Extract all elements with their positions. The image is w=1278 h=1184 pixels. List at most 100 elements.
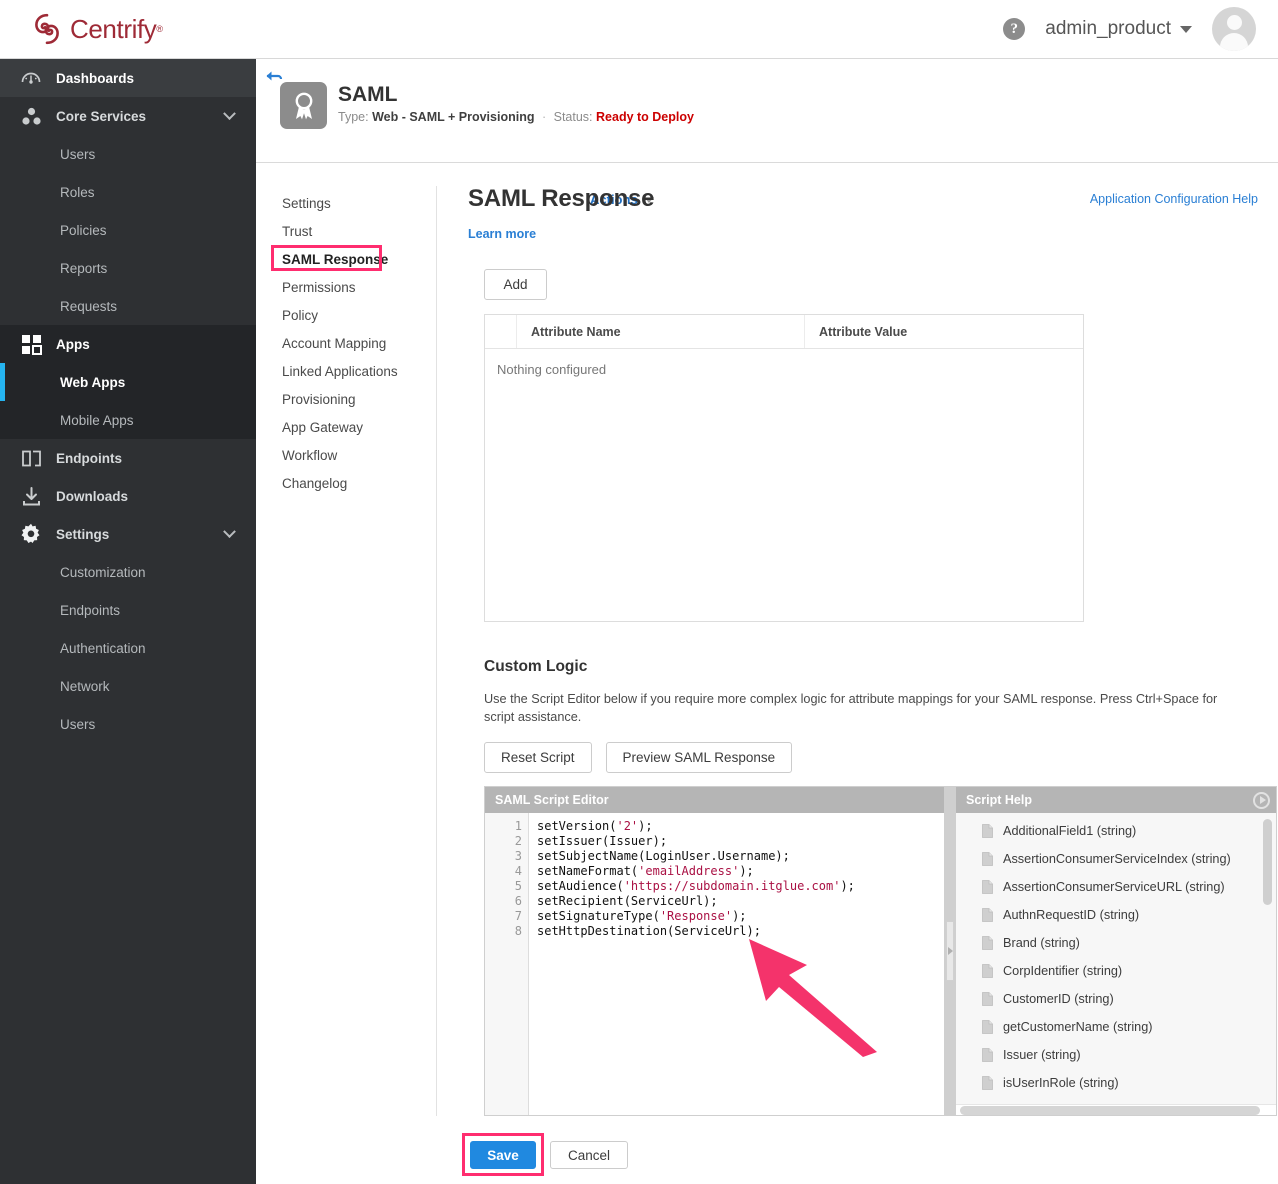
column-header-attribute-name[interactable]: Attribute Name xyxy=(517,315,805,348)
chevron-right-circle-icon[interactable] xyxy=(1253,792,1270,809)
sidebar-item-reports[interactable]: Reports xyxy=(0,249,256,287)
table-empty-state: Nothing configured xyxy=(485,349,1083,621)
save-button[interactable]: Save xyxy=(470,1141,536,1169)
learn-more-link[interactable]: Learn more xyxy=(468,227,536,241)
document-icon xyxy=(982,880,993,894)
sidebar-item-users[interactable]: Users xyxy=(0,135,256,173)
editor-line-numbers: 12345678 xyxy=(485,813,529,1115)
script-help-item-label: AssertionConsumerServiceURL (string) xyxy=(1003,880,1225,894)
centrify-swirl-icon xyxy=(30,12,64,46)
sidebar-item-label: Users xyxy=(60,147,95,162)
script-help-item-label: getCustomerName (string) xyxy=(1003,1020,1152,1034)
sidebar-item-settings[interactable]: Settings xyxy=(0,515,256,553)
script-help-item[interactable]: AdditionalField1 (string) xyxy=(956,817,1276,845)
script-help-item-label: isUserInRole (string) xyxy=(1003,1076,1119,1090)
document-icon xyxy=(982,992,993,1006)
subnav-item-settings[interactable]: Settings xyxy=(280,190,435,218)
script-help-item-label: AdditionalField1 (string) xyxy=(1003,824,1136,838)
subnav-item-provisioning[interactable]: Provisioning xyxy=(280,386,435,414)
editor-splitter-handle[interactable] xyxy=(944,786,956,1116)
editor-body[interactable]: 12345678 setVersion('2');setIssuer(Issue… xyxy=(485,813,944,1115)
add-button[interactable]: Add xyxy=(484,269,547,300)
document-icon xyxy=(982,964,993,978)
script-help-item[interactable]: AssertionConsumerServiceURL (string) xyxy=(956,873,1276,901)
script-help-vertical-scrollbar[interactable] xyxy=(1263,819,1272,905)
brand-name: Centrify xyxy=(70,14,156,45)
preview-saml-response-button[interactable]: Preview SAML Response xyxy=(606,742,793,773)
sidebar-item-web-apps[interactable]: Web Apps xyxy=(0,363,256,401)
sidebar-item-label: Web Apps xyxy=(60,375,125,390)
sidebar-item-endpoints[interactable]: Endpoints xyxy=(0,439,256,477)
sidebar-item-policies[interactable]: Policies xyxy=(0,211,256,249)
reset-script-button[interactable]: Reset Script xyxy=(484,742,592,773)
sidebar-item-authentication[interactable]: Authentication xyxy=(0,629,256,667)
status-badge: Ready to Deploy xyxy=(596,110,694,124)
document-icon xyxy=(982,936,993,950)
sidebar-item-label: Reports xyxy=(60,261,107,276)
script-button-row: Reset Script Preview SAML Response xyxy=(484,742,1268,773)
centrify-logo[interactable]: Centrify® xyxy=(30,12,163,46)
document-icon xyxy=(982,824,993,838)
sidebar-item-label: Users xyxy=(60,717,95,732)
subnav-item-workflow[interactable]: Workflow xyxy=(280,442,435,470)
user-menu[interactable]: admin_product xyxy=(1045,18,1192,40)
sidebar-item-apps[interactable]: Apps xyxy=(0,325,256,363)
sidebar-item-label: Authentication xyxy=(60,641,146,656)
script-help-item[interactable]: Brand (string) xyxy=(956,929,1276,957)
sidebar-item-label: Endpoints xyxy=(60,603,120,618)
document-icon xyxy=(982,852,993,866)
script-help-item[interactable]: Issuer (string) xyxy=(956,1041,1276,1069)
content-divider xyxy=(436,186,437,1116)
attributes-table: Attribute Name Attribute Value Nothing c… xyxy=(484,314,1084,622)
subnav-item-policy[interactable]: Policy xyxy=(280,302,435,330)
splitter-grip xyxy=(946,921,954,981)
core-services-icon xyxy=(18,103,44,129)
subnav-item-saml-response[interactable]: SAML Response xyxy=(280,246,435,274)
help-icon[interactable]: ? xyxy=(1003,18,1025,40)
sidebar-item-requests[interactable]: Requests xyxy=(0,287,256,325)
sidebar-item-dashboards[interactable]: Dashboards xyxy=(0,59,256,97)
subnav-item-linked-applications[interactable]: Linked Applications xyxy=(280,358,435,386)
script-help-title: Script Help xyxy=(966,793,1032,807)
script-help-item[interactable]: AssertionConsumerServiceIndex (string) xyxy=(956,845,1276,873)
sidebar-item-network[interactable]: Network xyxy=(0,667,256,705)
custom-logic-heading: Custom Logic xyxy=(484,658,1268,676)
script-help-item[interactable]: CorpIdentifier (string) xyxy=(956,957,1276,985)
brand-registered-mark: ® xyxy=(156,24,163,34)
app-page: Centrify® ? admin_product Dashbo xyxy=(0,0,1278,1184)
type-label: Type: xyxy=(338,110,369,124)
subnav-item-changelog[interactable]: Changelog xyxy=(280,470,435,498)
sidebar-item-core-services[interactable]: Core Services xyxy=(0,97,256,135)
sidebar-item-customization[interactable]: Customization xyxy=(0,553,256,591)
script-help-item[interactable]: getCustomerName (string) xyxy=(956,1013,1276,1041)
script-help-item[interactable]: AuthnRequestID (string) xyxy=(956,901,1276,929)
document-icon xyxy=(982,1020,993,1034)
cancel-button[interactable]: Cancel xyxy=(550,1141,628,1169)
sidebar-item-label: Mobile Apps xyxy=(60,413,134,428)
subnav-item-account-mapping[interactable]: Account Mapping xyxy=(280,330,435,358)
avatar[interactable] xyxy=(1212,7,1256,51)
script-help-item-label: CustomerID (string) xyxy=(1003,992,1114,1006)
subnav-item-permissions[interactable]: Permissions xyxy=(280,274,435,302)
subnav-item-app-gateway[interactable]: App Gateway xyxy=(280,414,435,442)
footer-actions: Save Cancel xyxy=(470,1141,628,1169)
sidebar-item-roles[interactable]: Roles xyxy=(0,173,256,211)
sidebar-item-settings-users[interactable]: Users xyxy=(0,705,256,743)
status-label: Status: xyxy=(554,110,593,124)
sidebar-item-downloads[interactable]: Downloads xyxy=(0,477,256,515)
custom-logic-description: Use the Script Editor below if you requi… xyxy=(484,690,1224,726)
column-header-attribute-value[interactable]: Attribute Value xyxy=(805,315,1083,348)
subnav-item-trust[interactable]: Trust xyxy=(280,218,435,246)
sidebar-item-settings-endpoints[interactable]: Endpoints xyxy=(0,591,256,629)
app-meta: Type: Web - SAML + Provisioning · Status… xyxy=(338,110,694,124)
scrollbar-thumb[interactable] xyxy=(960,1106,1260,1115)
script-help-item[interactable]: CustomerID (string) xyxy=(956,985,1276,1013)
script-help-horizontal-scrollbar[interactable] xyxy=(956,1104,1276,1115)
gear-icon xyxy=(18,521,44,547)
script-help-list[interactable]: AdditionalField1 (string) AssertionConsum… xyxy=(956,813,1276,1104)
editor-code-area[interactable]: setVersion('2');setIssuer(Issuer);setSub… xyxy=(529,813,944,1115)
sidebar-item-label: Customization xyxy=(60,565,146,580)
main-content: SAML Response Learn more Add Attribute N… xyxy=(468,185,1268,773)
sidebar-item-mobile-apps[interactable]: Mobile Apps xyxy=(0,401,256,439)
script-help-item[interactable]: isUserInRole (string) xyxy=(956,1069,1276,1097)
